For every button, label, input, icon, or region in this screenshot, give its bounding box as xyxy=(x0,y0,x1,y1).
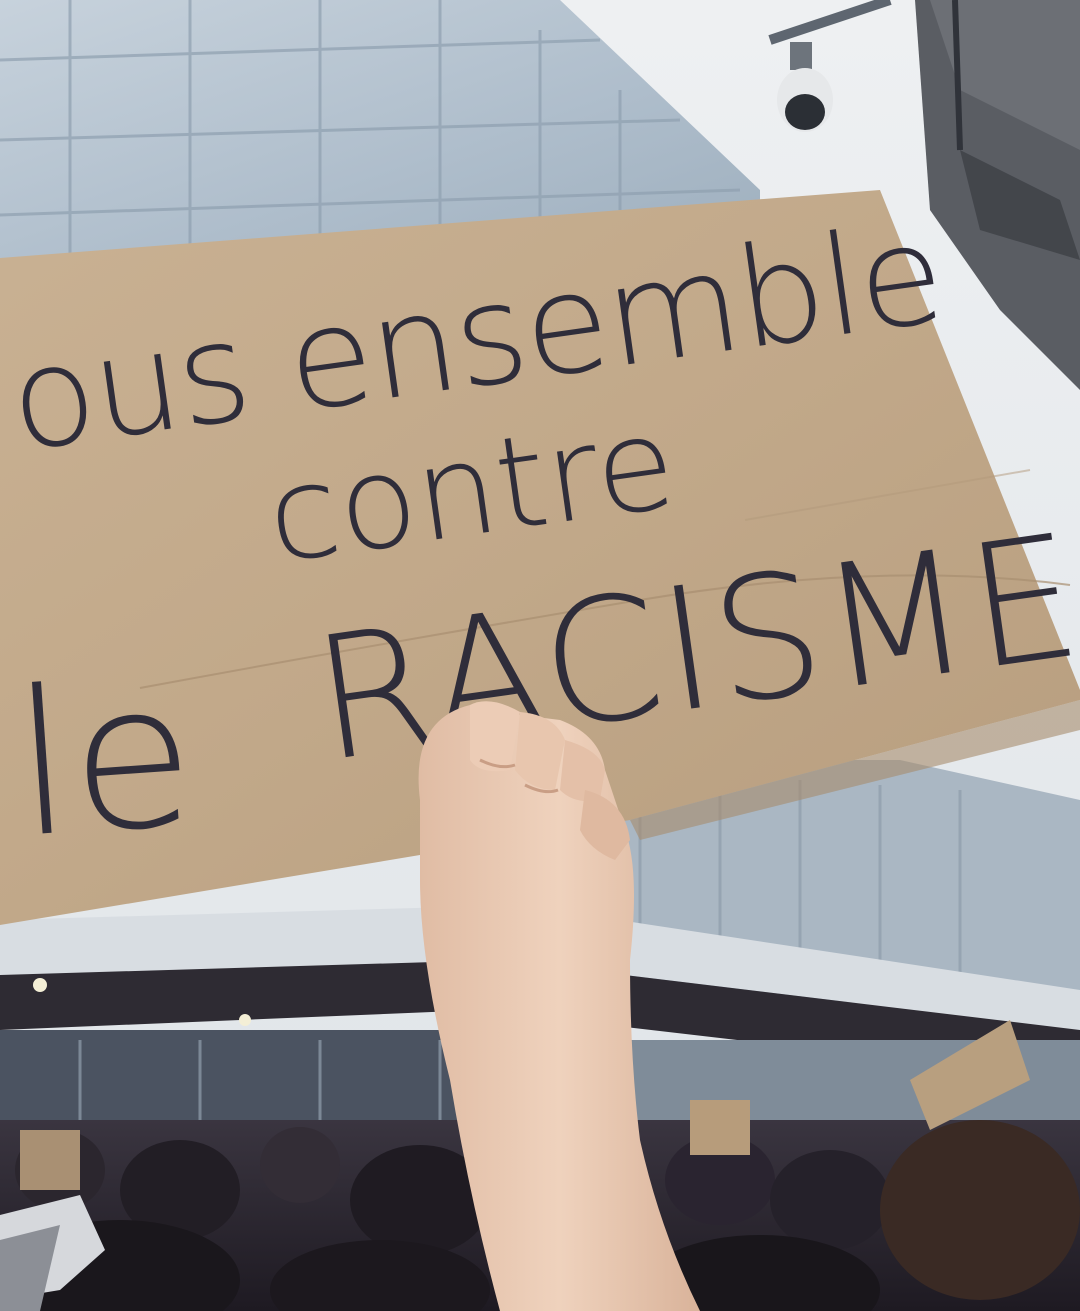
protest-photo: ous ensemble contre le RACISME xyxy=(0,0,1080,1311)
photo-canvas: ous ensemble contre le RACISME xyxy=(0,0,1080,1311)
sign-line-3-small: le xyxy=(7,638,201,883)
